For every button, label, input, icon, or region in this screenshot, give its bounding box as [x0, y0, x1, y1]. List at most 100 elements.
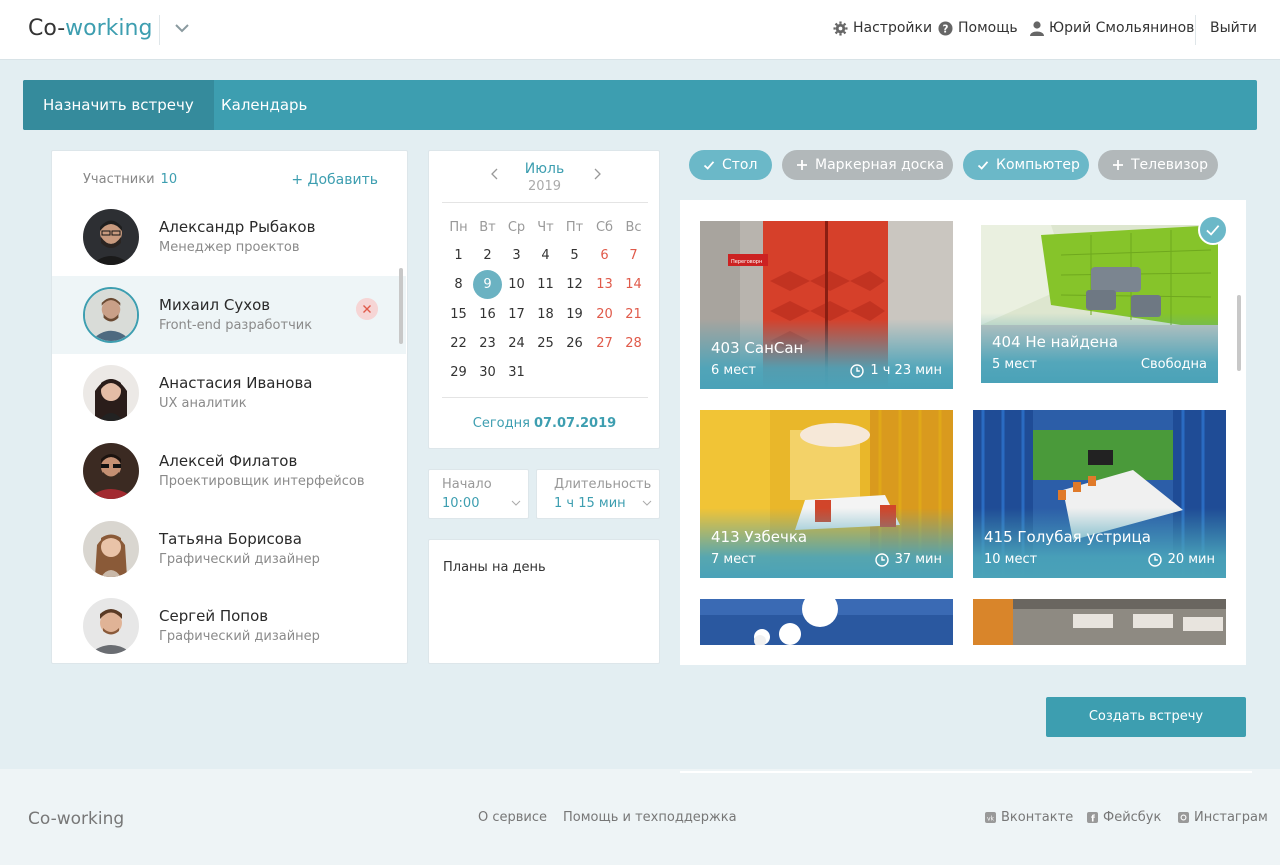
participants-panel: Участники 10 + Добавить Александр Рыбаков…	[51, 150, 408, 664]
user-menu[interactable]: Юрий Смольянинов	[1030, 20, 1194, 36]
tab-calendar[interactable]: Календарь	[201, 80, 327, 130]
participant-name: Сергей Попов	[159, 607, 269, 625]
room-name: 403 СанСан	[711, 339, 804, 357]
add-participant-button[interactable]: + Добавить	[291, 172, 378, 188]
room-status: 37 мин	[874, 552, 942, 567]
calendar-day[interactable]: 8	[444, 272, 473, 298]
room-name: 404 Не найдена	[992, 333, 1119, 351]
remove-icon[interactable]	[356, 298, 378, 320]
calendar-day[interactable]: 17	[502, 302, 531, 328]
plus-icon	[1113, 160, 1123, 170]
calendar-day[interactable]: 26	[560, 331, 589, 357]
calendar-day[interactable]: 25	[531, 331, 560, 357]
divider	[680, 771, 1252, 773]
duration-select[interactable]: Длительность 1 ч 15 мин	[536, 469, 660, 519]
calendar-day[interactable]: 29	[444, 360, 473, 386]
calendar-weekday: Вт	[479, 220, 496, 235]
footer-vk-link[interactable]: vk Вконтакте	[985, 810, 1073, 825]
user-name: Юрий Смольянинов	[1049, 20, 1195, 36]
footer-about-link[interactable]: О сервисе	[478, 810, 547, 825]
filter-chip-tv[interactable]: Телевизор	[1098, 150, 1218, 180]
participant-item[interactable]: Сергей Попов Графический дизайнер	[52, 587, 406, 663]
room-card-partial[interactable]	[700, 599, 953, 645]
footer-instagram-link[interactable]: Инстаграм	[1178, 810, 1268, 825]
vk-icon: vk	[985, 812, 996, 823]
participants-scrollbar[interactable]	[399, 268, 403, 344]
calendar-day[interactable]: 1	[444, 243, 473, 269]
help-label: Помощь	[958, 20, 1018, 36]
participant-item[interactable]: Александр Рыбаков Менеджер проектов	[52, 198, 406, 276]
participant-item-selected[interactable]: Михаил Сухов Front-end разработчик	[52, 276, 406, 354]
calendar-day[interactable]: 2	[473, 243, 502, 269]
room-card-selected[interactable]: 404 Не найдена 5 мест Свободна	[981, 225, 1218, 383]
room-card[interactable]: 413 Узбечка 7 мест 37 мин	[700, 410, 953, 578]
participant-item[interactable]: Татьяна Борисова Графический дизайнер	[52, 510, 406, 588]
calendar-day[interactable]: 20	[590, 302, 619, 328]
participant-item[interactable]: Алексей Филатов Проектировщик интерфейсо…	[52, 432, 406, 510]
room-status: 20 мин	[1147, 552, 1215, 567]
rooms-scrollbar[interactable]	[1237, 295, 1241, 371]
calendar-day[interactable]: 28	[619, 331, 648, 357]
calendar-panel: Июль 2019 Пн Вт Ср Чт Пт Сб Вс 1 2 3 4 5 6 7 8 9 10 11 12 1…	[428, 150, 660, 449]
chevron-right-icon[interactable]	[590, 167, 604, 181]
room-photo	[700, 599, 953, 645]
tab-schedule-meeting[interactable]: Назначить встречу	[23, 80, 214, 130]
footer-facebook-link[interactable]: f Фейсбук	[1087, 810, 1161, 825]
participant-role: Графический дизайнер	[159, 629, 320, 644]
calendar-day[interactable]: 16	[473, 302, 502, 328]
filter-chip-computer[interactable]: Компьютер	[963, 150, 1089, 180]
calendar-day[interactable]: 24	[502, 331, 531, 357]
calendar-day[interactable]: 23	[473, 331, 502, 357]
calendar-day[interactable]: 14	[619, 272, 648, 298]
settings-link[interactable]: Настройки	[833, 20, 932, 36]
filter-chip-whiteboard[interactable]: Маркерная доска	[782, 150, 953, 180]
calendar-day[interactable]: 4	[531, 243, 560, 269]
calendar-day[interactable]: 12	[560, 272, 589, 298]
calendar-day[interactable]: 3	[502, 243, 531, 269]
app-logo[interactable]: Co-working	[28, 16, 152, 41]
participant-name: Татьяна Борисова	[159, 530, 302, 548]
calendar-day[interactable]: 6	[590, 243, 619, 269]
start-time-select[interactable]: Начало 10:00	[428, 469, 529, 519]
footer-support-link[interactable]: Помощь и техподдержка	[563, 810, 737, 825]
avatar	[83, 521, 139, 577]
footer-logo[interactable]: Co-working	[28, 809, 124, 829]
calendar-day[interactable]: 7	[619, 243, 648, 269]
calendar-day[interactable]: 30	[473, 360, 502, 386]
help-icon: ?	[938, 20, 953, 36]
calendar-day[interactable]: 10	[502, 272, 531, 298]
room-card-partial[interactable]	[973, 599, 1226, 645]
participant-name: Михаил Сухов	[159, 296, 271, 314]
calendar-weekday: Чт	[537, 220, 554, 235]
day-plans-title: Планы на день	[443, 560, 546, 575]
calendar-day[interactable]: 15	[444, 302, 473, 328]
calendar-day[interactable]: 5	[560, 243, 589, 269]
room-status: Свободна	[1140, 357, 1207, 372]
participant-item[interactable]: Анастасия Иванова UX аналитик	[52, 354, 406, 432]
calendar-day[interactable]: 22	[444, 331, 473, 357]
calendar-day[interactable]: 13	[590, 272, 619, 298]
calendar-day-selected[interactable]: 9	[473, 270, 502, 299]
room-seats: 7 мест	[711, 552, 756, 567]
help-link[interactable]: ? Помощь	[938, 20, 1018, 36]
create-meeting-button[interactable]: Создать встречу	[1046, 697, 1246, 737]
calendar-day[interactable]: 11	[531, 272, 560, 298]
header-divider	[1195, 15, 1196, 45]
calendar-day[interactable]: 27	[590, 331, 619, 357]
room-seats: 10 мест	[984, 552, 1038, 567]
room-card[interactable]: 415 Голубая устрица 10 мест 20 мин	[973, 410, 1226, 578]
calendar-day[interactable]: 19	[560, 302, 589, 328]
calendar-day[interactable]: 21	[619, 302, 648, 328]
start-time-value: 10:00	[442, 496, 480, 511]
logout-link[interactable]: Выйти	[1210, 20, 1257, 36]
room-card[interactable]: Переговорн 403 СанСан 6 мест 1 ч 23 мин	[700, 221, 953, 389]
chevron-down-icon[interactable]	[172, 18, 192, 38]
calendar-day[interactable]: 18	[531, 302, 560, 328]
svg-text:vk: vk	[987, 816, 995, 823]
day-plans-panel: Планы на день	[428, 539, 660, 664]
rooms-grid: Переговорн 403 СанСан 6 мест 1 ч 23 мин …	[680, 200, 1246, 665]
filter-chip-table[interactable]: Стол	[689, 150, 772, 180]
calendar-weekday: Вс	[625, 220, 642, 235]
calendar-today[interactable]: Сегодня 07.07.2019	[429, 416, 660, 431]
calendar-day[interactable]: 31	[502, 360, 531, 386]
